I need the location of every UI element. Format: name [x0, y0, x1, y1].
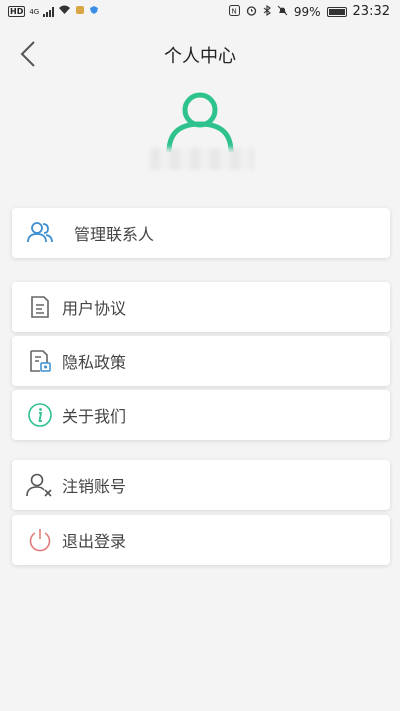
- profile-screen: HD 4G N 99% 23:32 个人中心 管理联系人 用户协议 隐私政策 关…: [0, 0, 400, 711]
- battery-percent: 99%: [293, 4, 321, 19]
- mute-icon: [277, 5, 288, 19]
- status-bar: HD 4G N 99% 23:32: [0, 0, 400, 24]
- menu-item-cancel-account[interactable]: 注销账号: [12, 460, 390, 510]
- privacy-document-icon: [26, 347, 54, 375]
- clock: 23:32: [352, 4, 390, 19]
- menu-item-label: 隐私政策: [62, 353, 127, 372]
- menu-item-label: 关于我们: [62, 407, 127, 426]
- battery-icon: [326, 6, 347, 17]
- menu-item-label: 用户协议: [62, 299, 127, 318]
- logout-card: 退出登录: [12, 515, 390, 565]
- menu-item-agreement[interactable]: 用户协议: [12, 282, 390, 332]
- nfc-icon: N: [228, 4, 240, 19]
- user-agreement-card: 用户协议: [12, 282, 390, 332]
- about-card: 关于我们: [12, 390, 390, 440]
- hd-indicator: HD: [8, 6, 26, 17]
- privacy-card: 隐私政策: [12, 336, 390, 386]
- contacts-card: 管理联系人: [12, 208, 390, 258]
- status-left: HD 4G: [8, 5, 99, 18]
- menu-item-label: 注销账号: [62, 477, 127, 496]
- menu-item-label: 管理联系人: [74, 225, 155, 244]
- username-redacted: [150, 148, 254, 170]
- wifi-icon: [58, 5, 71, 18]
- menu-item-about[interactable]: 关于我们: [12, 390, 390, 440]
- svg-text:N: N: [231, 7, 236, 15]
- user-remove-icon: [26, 471, 54, 499]
- document-icon: [26, 293, 54, 321]
- network-type: 4G: [29, 7, 40, 16]
- user-avatar-icon: [166, 92, 234, 153]
- alarm-icon: [246, 5, 257, 19]
- header: 个人中心: [0, 32, 400, 76]
- contacts-icon: [26, 219, 54, 247]
- info-icon: [26, 401, 54, 429]
- status-right: N 99% 23:32: [228, 4, 390, 19]
- signal-icon: [43, 6, 55, 17]
- page-title: 个人中心: [164, 46, 236, 67]
- power-icon: [26, 526, 54, 554]
- menu-item-privacy[interactable]: 隐私政策: [12, 336, 390, 386]
- menu-item-logout[interactable]: 退出登录: [12, 515, 390, 565]
- menu-item-contacts[interactable]: 管理联系人: [12, 208, 390, 258]
- cancel-account-card: 注销账号: [12, 460, 390, 510]
- bluetooth-icon: [263, 4, 271, 19]
- notification-app-icon: [75, 5, 85, 18]
- avatar[interactable]: [160, 92, 240, 154]
- shield-app-icon: [89, 5, 99, 18]
- menu-item-label: 退出登录: [62, 532, 127, 551]
